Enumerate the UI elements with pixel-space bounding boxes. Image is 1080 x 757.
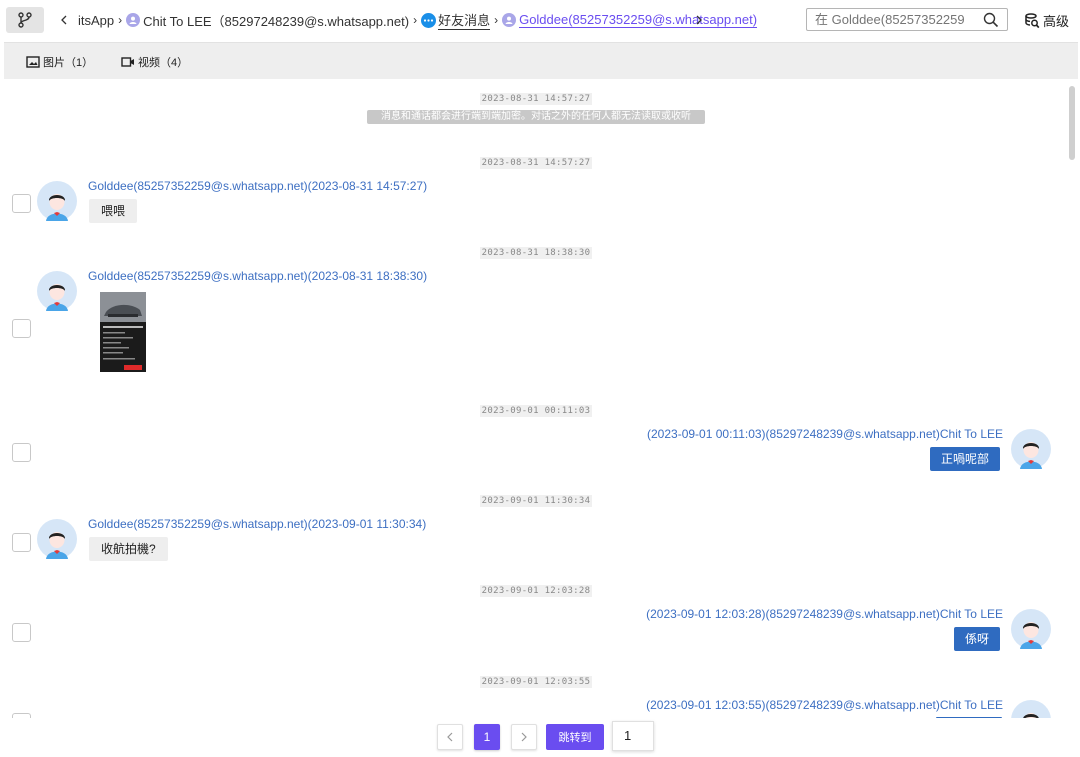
message-select-checkbox[interactable] xyxy=(12,319,31,338)
message-select-checkbox[interactable] xyxy=(12,623,31,642)
top-bar: itsApp › Chit To LEE（85297248239@s.whats… xyxy=(0,0,1080,40)
branch-button[interactable] xyxy=(6,7,44,33)
timestamp-divider: 2023-08-31 14:57:27 xyxy=(480,157,592,169)
message-bubble: 喂喂 xyxy=(89,199,138,223)
page-button-current[interactable]: 1 xyxy=(474,724,500,750)
timestamp-divider: 2023-08-31 14:57:27 xyxy=(480,93,592,105)
chevron-left-icon xyxy=(61,15,67,25)
chat-history[interactable] xyxy=(4,79,1078,719)
message-sender-info: (2023-09-01 12:03:55)(85297248239@s.what… xyxy=(646,698,1003,712)
image-icon xyxy=(26,56,40,68)
jump-to-page-button[interactable]: 跳转到 xyxy=(546,724,604,750)
message-sender-info: (2023-09-01 00:11:03)(85297248239@s.what… xyxy=(647,427,1003,441)
chat-bubble-icon xyxy=(421,12,437,28)
timestamp-divider: 2023-09-01 11:30:34 xyxy=(480,495,592,507)
jump-page-input[interactable]: 1 xyxy=(612,721,654,751)
media-filter-bar: 图片（1） 视频（4） xyxy=(4,42,1078,79)
message-sender-info: Golddee(85257352259@s.whatsapp.net)(2023… xyxy=(88,179,428,193)
advanced-search-button[interactable]: 高级 xyxy=(1024,11,1069,30)
message-bubble: 係呀 xyxy=(953,627,1000,651)
chevron-right-icon: › xyxy=(118,13,123,27)
user-icon xyxy=(502,13,517,27)
message-image-thumbnail[interactable] xyxy=(100,292,146,372)
timestamp-divider: 2023-09-01 00:11:03 xyxy=(480,405,592,417)
message-select-checkbox[interactable] xyxy=(12,194,31,213)
advanced-search-label: 高级 xyxy=(1043,14,1070,29)
chevron-left-icon xyxy=(447,732,453,742)
chevron-right-icon: › xyxy=(413,13,418,27)
breadcrumb-item-contact[interactable]: Golddee(85257352259@s.whatsapp.net) xyxy=(502,12,758,28)
message-bubble: 收航拍機? xyxy=(89,537,168,561)
message-select-checkbox[interactable] xyxy=(12,533,31,552)
contact-avatar xyxy=(37,271,77,311)
user-icon xyxy=(126,13,141,27)
breadcrumb-prev-button[interactable] xyxy=(58,12,70,28)
advanced-search-icon xyxy=(1025,12,1040,28)
search-icon[interactable] xyxy=(983,12,999,28)
next-page-button[interactable] xyxy=(511,724,537,750)
owner-avatar xyxy=(1011,609,1051,649)
prev-page-button[interactable] xyxy=(437,724,463,750)
owner-avatar xyxy=(1011,700,1051,719)
message-select-checkbox[interactable] xyxy=(12,443,31,462)
video-icon xyxy=(121,57,134,67)
message-sender-info: Golddee(85257352259@s.whatsapp.net)(2023… xyxy=(88,517,427,531)
tab-images[interactable]: 图片（1） xyxy=(26,54,93,70)
tab-videos[interactable]: 视频（4） xyxy=(121,54,188,70)
breadcrumb-item-friend-messages[interactable]: 好友消息 xyxy=(421,10,491,30)
contact-avatar xyxy=(37,519,77,559)
chevron-right-icon xyxy=(696,15,702,25)
tab-images-label: 图片（1） xyxy=(43,57,94,69)
message-sender-info: (2023-09-01 12:03:28)(85297248239@s.what… xyxy=(646,607,1003,621)
breadcrumb-item-app[interactable]: itsApp xyxy=(78,13,114,28)
breadcrumb-item-account[interactable]: Chit To LEE（85297248239@s.whatsapp.net) xyxy=(126,11,409,30)
breadcrumb: itsApp › Chit To LEE（85297248239@s.whats… xyxy=(78,10,758,30)
timestamp-divider: 2023-08-31 18:38:30 xyxy=(480,247,592,259)
pagination: 1 跳转到 1 xyxy=(0,718,1080,757)
timestamp-divider: 2023-09-01 12:03:55 xyxy=(480,676,592,688)
owner-avatar xyxy=(1011,429,1051,469)
contact-avatar xyxy=(37,181,77,221)
branch-icon xyxy=(18,12,32,28)
message-sender-info: Golddee(85257352259@s.whatsapp.net)(2023… xyxy=(88,269,428,283)
chevron-right-icon: › xyxy=(494,13,499,27)
system-message: 消息和通话都会进行端到端加密。对话之外的任何人都无法读取或收听 xyxy=(367,110,705,124)
search-box xyxy=(806,8,1008,31)
timestamp-divider: 2023-09-01 12:03:28 xyxy=(480,585,592,597)
search-input[interactable] xyxy=(807,10,991,29)
breadcrumb-next-button[interactable] xyxy=(693,12,705,28)
tab-videos-label: 视频（4） xyxy=(138,57,189,69)
message-bubble: 正喎呢部 xyxy=(929,447,1000,471)
image-thumbnail-graphic xyxy=(100,292,146,370)
chat-scrollbar[interactable] xyxy=(1069,86,1075,160)
chevron-right-icon xyxy=(521,732,527,742)
owner-avatar-clip xyxy=(1011,700,1051,719)
